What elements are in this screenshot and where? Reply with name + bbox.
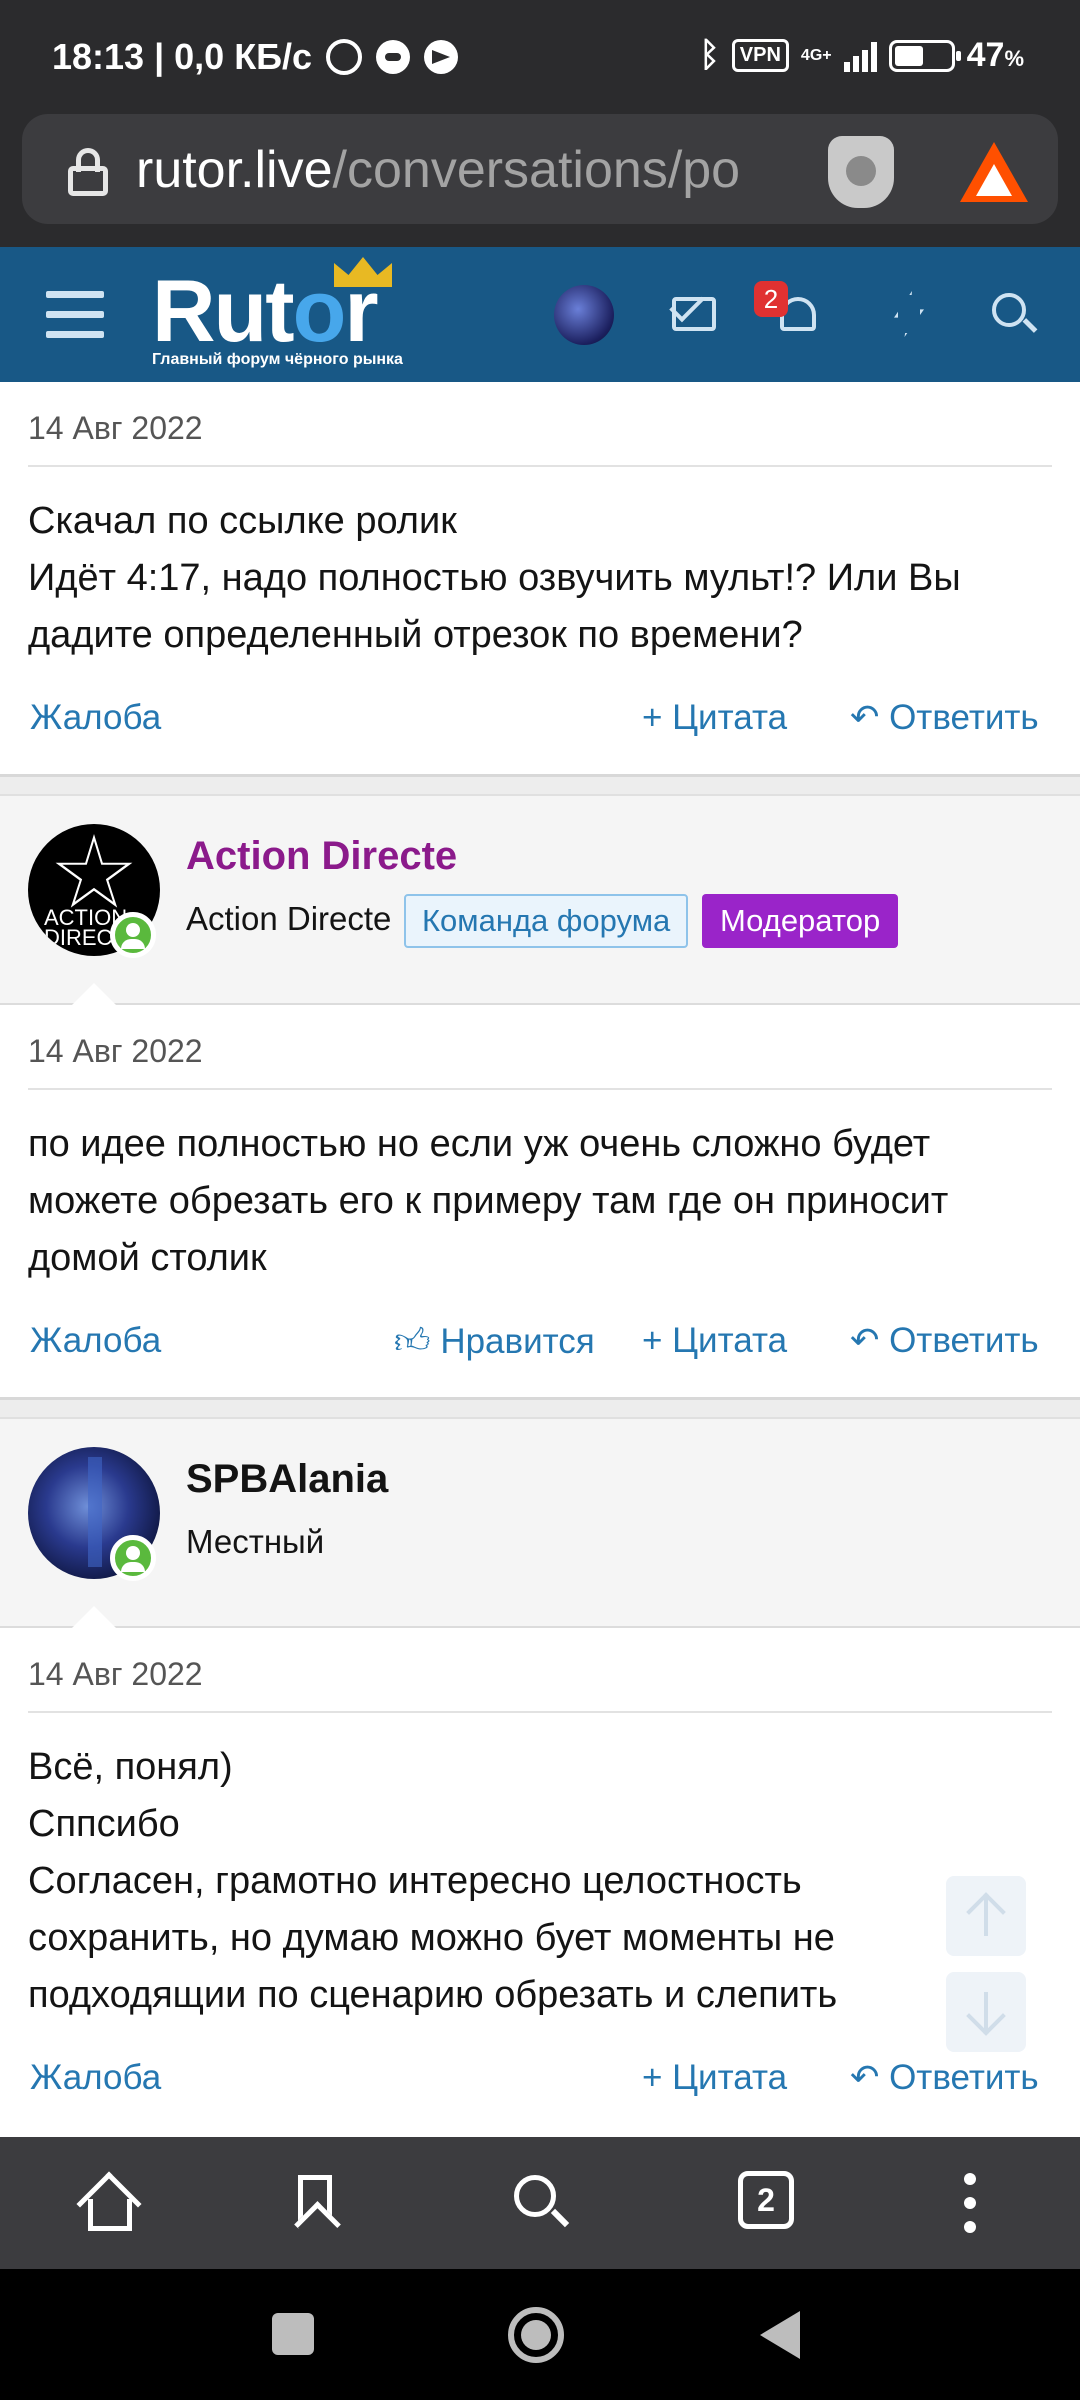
message-separator: [0, 774, 1080, 796]
message-body: 14 Авг 2022 Скачал по ссылке ролик Идёт …: [0, 382, 1080, 774]
site-logo[interactable]: Rutor Главный форум чёрного рынка: [152, 257, 403, 369]
back-icon[interactable]: [760, 2311, 800, 2359]
home-icon[interactable]: [76, 2171, 142, 2237]
status-right: ᛒ VPN 4G+ 47%: [699, 36, 1024, 75]
message-body: 14 Авг 2022 Всё, понял) Сппсибо Согласен…: [0, 1628, 1080, 2134]
message-separator: [0, 1397, 1080, 1419]
message-actions: Жалоба + Цитата ↶ Ответить: [28, 2024, 1052, 2134]
moderator-badge: Модератор: [702, 894, 899, 948]
battery-percent: 47%: [966, 36, 1024, 74]
thumbs-up-icon: 👍︎: [394, 1322, 441, 1361]
status-left: 18:13 | 0,0 КБ/с: [52, 36, 459, 78]
alarm-icon: [326, 39, 363, 75]
user-avatar[interactable]: [554, 285, 614, 345]
message-actions: Жалоба + Цитата ↶ Ответить: [28, 664, 1052, 774]
scroll-up-button[interactable]: [946, 1876, 1026, 1956]
reply-link[interactable]: ↶ Ответить: [850, 698, 1039, 738]
vpn-indicator: VPN: [731, 39, 789, 72]
user-caret: [72, 1606, 116, 1628]
team-badge: Команда форума: [404, 894, 689, 948]
report-link[interactable]: Жалоба: [30, 698, 161, 738]
user-title: Местный: [186, 1523, 325, 1560]
report-link[interactable]: Жалоба: [30, 1321, 161, 1361]
message-user-block: SPBAlania Местный: [0, 1419, 1080, 1628]
message-text: Скачал по ссылке ролик Идёт 4:17, надо п…: [28, 500, 961, 656]
tabs-button[interactable]: 2: [738, 2171, 794, 2229]
brave-rewards-icon[interactable]: [960, 142, 1028, 202]
message-text: по идее полностью но если уж очень сложн…: [28, 1123, 949, 1279]
reply-link[interactable]: ↶ Ответить: [850, 2058, 1039, 2098]
reply-icon: ↶: [850, 698, 890, 737]
quote-link[interactable]: + Цитата: [642, 2058, 787, 2098]
lightning-icon[interactable]: [882, 287, 936, 341]
username[interactable]: SPBAlania: [186, 1457, 388, 1502]
like-link[interactable]: 👍︎ Нравится: [394, 1321, 595, 1363]
chat-notification-icon: [376, 40, 411, 74]
user-title: Action Directe: [186, 900, 392, 937]
system-nav-bar: [0, 2269, 1080, 2400]
message-date: 14 Авг 2022: [28, 1628, 1052, 1713]
brave-shields-icon[interactable]: [828, 136, 894, 208]
message-date: 14 Авг 2022: [28, 1005, 1052, 1090]
site-header: Rutor Главный форум чёрного рынка 2: [0, 247, 1080, 382]
notification-badge: 2: [754, 281, 788, 317]
scroll-down-button[interactable]: [946, 1972, 1026, 2052]
message-actions: Жалоба 👍︎ Нравится + Цитата ↶ Ответить: [28, 1287, 1052, 1397]
home-button-icon[interactable]: [508, 2307, 564, 2363]
online-status-icon: [110, 912, 156, 958]
logo-tagline: Главный форум чёрного рынка: [152, 351, 403, 368]
search-icon[interactable]: [988, 287, 1042, 341]
telegram-icon: [424, 40, 459, 74]
signal-icon: [843, 40, 877, 72]
lock-icon[interactable]: [68, 148, 108, 196]
browser-bottom-bar: 2: [0, 2137, 1080, 2269]
username[interactable]: Action Directe: [186, 834, 457, 879]
bookmark-icon[interactable]: [282, 2171, 346, 2235]
conversation-content: 14 Авг 2022 Скачал по ссылке ролик Идёт …: [0, 382, 1080, 2137]
message-date: 14 Авг 2022: [28, 382, 1052, 467]
network-type: 4G+: [800, 46, 832, 64]
hamburger-menu-icon[interactable]: [46, 291, 104, 339]
quote-link[interactable]: + Цитата: [642, 1321, 787, 1361]
status-time-speed: 18:13 | 0,0 КБ/с: [52, 36, 313, 77]
message-user-block: ACTION DIREC Action Directe Action Direc…: [0, 796, 1080, 1005]
search-icon[interactable]: [510, 2171, 574, 2235]
message-body: 14 Авг 2022 по идее полностью но если уж…: [0, 1005, 1080, 1397]
star-icon: [55, 834, 133, 908]
mail-icon[interactable]: [668, 286, 722, 341]
address-bar[interactable]: rutor.live/conversations/po: [22, 114, 1058, 224]
bluetooth-icon: ᛒ: [699, 36, 720, 74]
report-link[interactable]: Жалоба: [30, 2058, 161, 2098]
online-status-icon: [110, 1535, 156, 1581]
reply-link[interactable]: ↶ Ответить: [850, 1321, 1039, 1361]
reply-icon: ↶: [850, 2058, 890, 2097]
message-text: Всё, понял) Сппсибо Согласен, грамотно и…: [28, 1746, 838, 2016]
more-menu-icon[interactable]: [938, 2171, 1002, 2235]
url-text[interactable]: rutor.live/conversations/po: [136, 140, 826, 200]
recents-icon[interactable]: [272, 2313, 314, 2355]
quote-link[interactable]: + Цитата: [642, 698, 787, 738]
user-caret: [72, 983, 116, 1005]
reply-icon: ↶: [850, 1321, 890, 1360]
status-bar: 18:13 | 0,0 КБ/с ᛒ VPN 4G+ 47%: [0, 0, 1080, 118]
battery-icon: [888, 39, 961, 72]
